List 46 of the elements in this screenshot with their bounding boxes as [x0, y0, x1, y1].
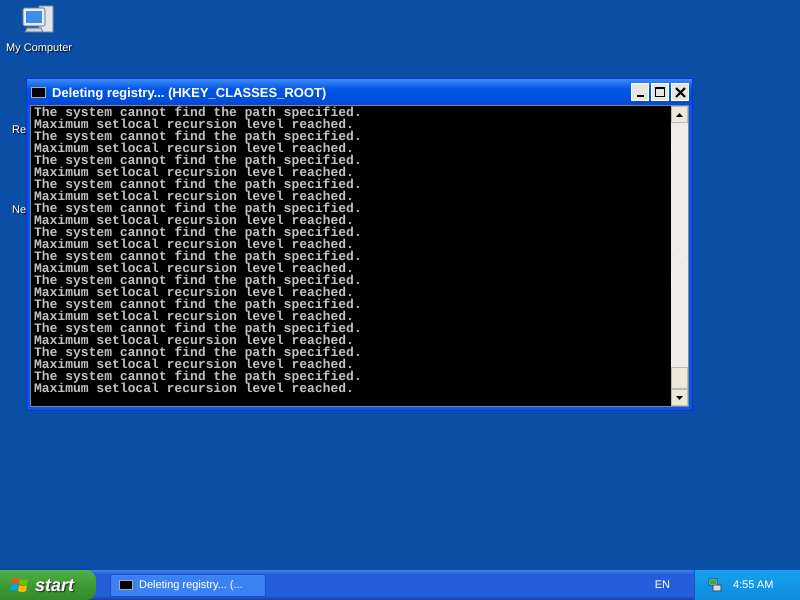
console-line: Maximum setlocal recursion level reached.: [34, 215, 354, 227]
console-line: Maximum setlocal recursion level reached.: [34, 191, 354, 203]
console-line: Maximum setlocal recursion level reached.: [34, 143, 354, 155]
console-line: Maximum setlocal recursion level reached.: [34, 335, 354, 347]
console-line: Maximum setlocal recursion level reached.: [34, 359, 354, 371]
console-line: The system cannot find the path specified.: [34, 371, 363, 383]
console-line: The system cannot find the path specified.: [34, 227, 363, 239]
console-line: The system cannot find the path specified.: [34, 131, 363, 143]
maximize-button[interactable]: [651, 83, 669, 101]
start-button[interactable]: start: [0, 570, 96, 600]
console-line: Maximum setlocal recursion level reached.: [34, 263, 354, 275]
desktop-icon-label[interactable]: Ne: [12, 204, 26, 216]
console-icon: [119, 580, 133, 590]
scroll-thumb[interactable]: [671, 367, 688, 389]
console-line: The system cannot find the path specified.: [34, 179, 363, 191]
console-line: The system cannot find the path specified.: [34, 275, 363, 287]
console-icon: [31, 86, 46, 98]
scrollbar[interactable]: [671, 106, 688, 406]
scroll-up-button[interactable]: [671, 106, 688, 123]
language-indicator[interactable]: EN: [654, 579, 670, 591]
console-line: Maximum setlocal recursion level reached.: [34, 311, 354, 323]
windows-flag-icon: [10, 576, 30, 594]
clock[interactable]: 4:55 AM: [733, 579, 774, 591]
console-line: The system cannot find the path specified.: [34, 347, 363, 359]
desktop-icon-label[interactable]: My Computer: [6, 42, 72, 54]
taskbar-button[interactable]: Deleting registry... (...: [110, 574, 266, 596]
console-line: Maximum setlocal recursion level reached.: [34, 119, 354, 131]
close-icon: [674, 86, 686, 98]
console-line: Maximum setlocal recursion level reached.: [34, 239, 354, 251]
console-line: The system cannot find the path specified.: [34, 251, 363, 263]
console-line: The system cannot find the path specified.: [34, 155, 363, 167]
up-arrow-icon: [676, 112, 683, 116]
scroll-down-button[interactable]: [671, 389, 688, 406]
console-line: The system cannot find the path specified.: [34, 299, 363, 311]
minimize-button[interactable]: [631, 83, 649, 101]
down-arrow-icon: [676, 396, 683, 400]
console-line: Maximum setlocal recursion level reached.: [34, 287, 354, 299]
network-icon[interactable]: [707, 577, 723, 593]
console-line: The system cannot find the path specified.: [34, 203, 363, 215]
console-line: Maximum setlocal recursion level reached.: [34, 383, 354, 395]
desktop-icon-label[interactable]: Re: [12, 124, 26, 136]
console-line: The system cannot find the path specified.: [34, 107, 363, 119]
close-button[interactable]: [671, 83, 689, 101]
console-line: The system cannot find the path specified.: [34, 323, 363, 335]
window-title: Deleting registry... (HKEY_CLASSES_ROOT): [52, 84, 328, 100]
console-line: Maximum setlocal recursion level reached.: [34, 167, 354, 179]
